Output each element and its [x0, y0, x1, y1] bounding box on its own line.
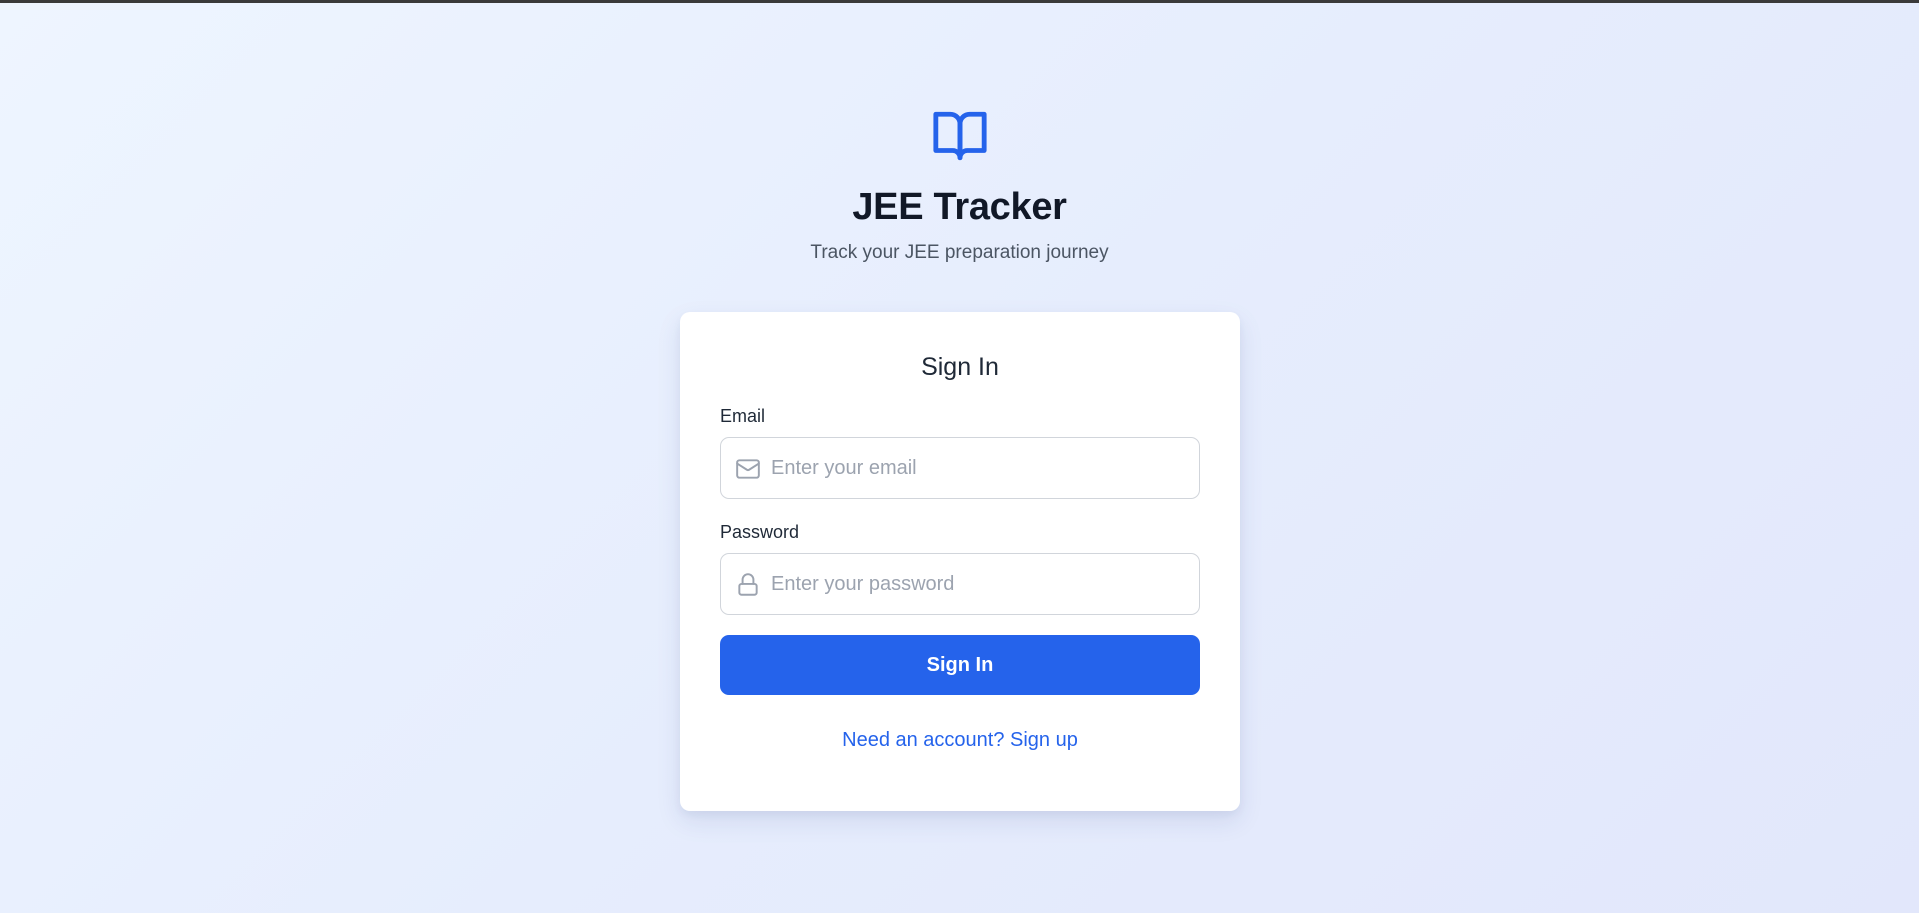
- email-label: Email: [720, 406, 766, 426]
- sign-in-card: Sign In Email Password Sign In Need an a…: [680, 312, 1240, 811]
- email-input[interactable]: [721, 438, 1199, 498]
- email-field-container: [720, 437, 1200, 499]
- password-input[interactable]: [721, 554, 1199, 614]
- sign-up-link[interactable]: Need an account? Sign up: [720, 728, 1200, 752]
- app-subtitle: Track your JEE preparation journey: [810, 242, 1109, 263]
- password-field-container: [720, 553, 1200, 615]
- password-label: Password: [720, 522, 800, 542]
- book-open-icon: [932, 111, 987, 161]
- sign-in-button[interactable]: Sign In: [720, 635, 1200, 695]
- app-title: JEE Tracker: [852, 186, 1067, 228]
- sign-in-title: Sign In: [921, 353, 999, 381]
- brand-header: JEE Tracker Track your JEE preparation j…: [0, 107, 1919, 265]
